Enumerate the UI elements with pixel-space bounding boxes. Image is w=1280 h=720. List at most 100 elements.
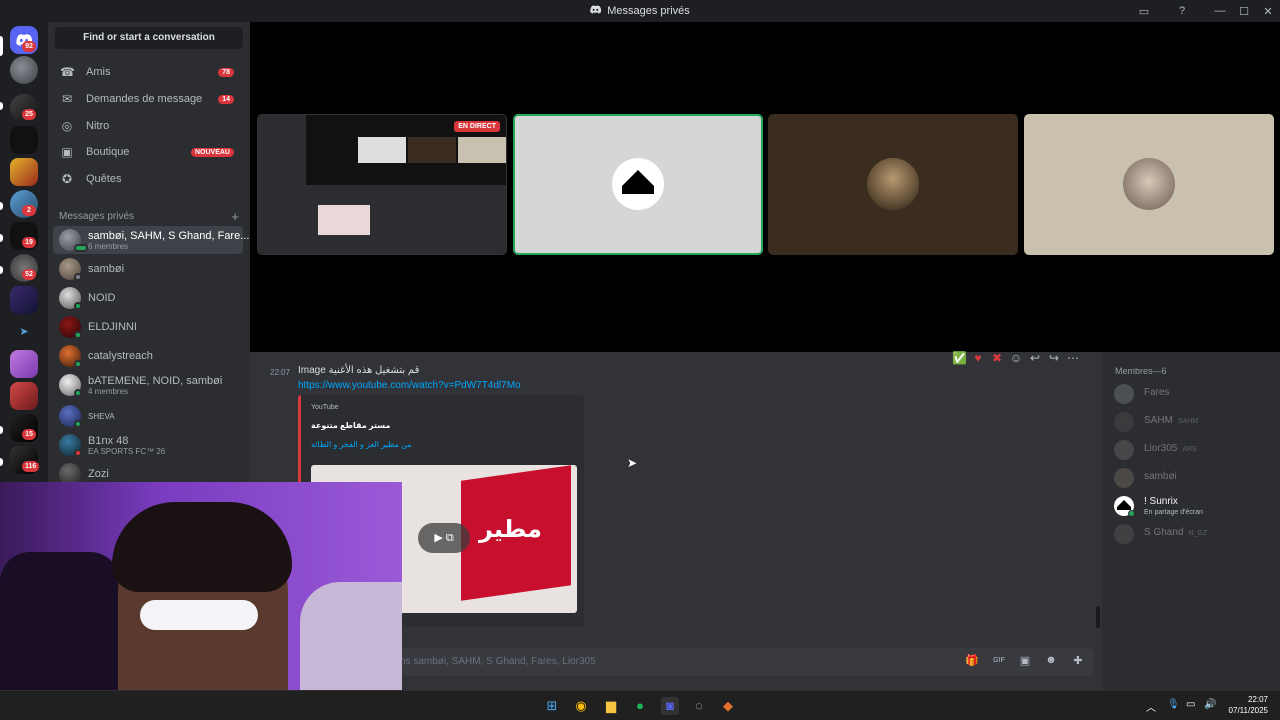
create-dm-icon[interactable]: + xyxy=(231,209,239,224)
microphone-icon[interactable]: 🎙 xyxy=(1167,699,1180,710)
reply-icon[interactable]: ↩ xyxy=(1028,351,1042,365)
taskbar: ⊞ ◉ ▆ ● ◙ ◌ ◆ ︿ 🎙 ▭ 🔊 22:07 07/11/2025 xyxy=(0,690,1280,720)
gif-icon[interactable]: GIF xyxy=(992,654,1006,668)
call-stage: EN DIRECT xyxy=(250,22,1280,352)
dm-item[interactable]: bATEMENE, NOID, sambøi 4 membres xyxy=(53,371,243,399)
dm-name: sambøi, SAHM, S Ghand, Fare... xyxy=(88,230,250,242)
quests-icon: ✪ xyxy=(61,172,73,186)
server-icon[interactable] xyxy=(10,158,38,186)
embed-title[interactable]: من مطير العز و الفخر و الطائه xyxy=(311,440,412,449)
nav-label: Quêtes xyxy=(86,173,122,185)
x-reaction-icon[interactable]: ✖ xyxy=(990,351,1004,365)
nav-friends[interactable]: ☎ Amis 78 xyxy=(53,60,243,84)
preview-thumb xyxy=(318,205,370,235)
heart-reaction-icon[interactable]: ♥ xyxy=(971,351,985,365)
screen-share-tile[interactable]: EN DIRECT xyxy=(257,114,507,255)
inbox-icon[interactable]: ▭ xyxy=(1132,5,1156,18)
server-icon[interactable] xyxy=(10,126,38,154)
nav-shop[interactable]: ▣ Boutique NOUVEAU xyxy=(53,140,243,164)
clock[interactable]: 22:07 07/11/2025 xyxy=(1229,694,1268,716)
avatar xyxy=(1114,440,1134,460)
participant-tile[interactable] xyxy=(513,114,763,255)
help-icon[interactable]: ? xyxy=(1170,5,1194,17)
windows-start-icon[interactable]: ⊞ xyxy=(543,697,561,715)
tray-overflow-icon[interactable]: ︿ xyxy=(1146,699,1156,714)
message-timestamp: 22:07 xyxy=(270,368,291,377)
member-item[interactable]: SAHM SAHM xyxy=(1114,410,1274,434)
embed-provider[interactable]: YouTube xyxy=(311,404,339,411)
nav-message-requests[interactable]: ✉ Demandes de message 14 xyxy=(53,87,243,111)
chat-scrollbar[interactable] xyxy=(1096,606,1100,628)
network-icon[interactable]: ▭ xyxy=(1186,699,1195,710)
dm-header-label: Messages privés xyxy=(59,211,135,222)
more-icon[interactable]: ⋯ xyxy=(1066,351,1080,365)
member-name: Fares xyxy=(1144,387,1170,398)
dm-name: bATEMENE, NOID, sambøi xyxy=(88,375,223,387)
server-icon[interactable]: ➤ xyxy=(10,318,38,346)
status-indicator xyxy=(1128,510,1135,517)
status-indicator xyxy=(74,331,82,339)
server-icon[interactable] xyxy=(10,382,38,410)
dm-item[interactable]: SHEVA xyxy=(53,402,243,430)
dm-name: NOID xyxy=(88,292,116,304)
dm-item[interactable]: catalystreach xyxy=(53,342,243,370)
member-item[interactable]: ! Sunrix En partage d'écran xyxy=(1114,494,1274,518)
app-icon[interactable]: ◌ xyxy=(690,697,708,715)
apps-icon[interactable]: ✚ xyxy=(1071,654,1085,668)
message-text: Image قم بتشغيل هذه الأغنية xyxy=(298,365,420,376)
nav-label: Nitro xyxy=(86,120,110,132)
dm-name: catalystreach xyxy=(88,350,153,362)
participant-tile[interactable] xyxy=(768,114,1018,255)
dm-item[interactable]: sambøi, SAHM, S Ghand, Fare... 6 membres xyxy=(53,226,249,254)
dm-name: ELDJINNI xyxy=(88,321,137,333)
mail-icon: ✉ xyxy=(61,92,73,106)
close-button[interactable]: ✕ xyxy=(1256,5,1280,18)
server-badge: 25 xyxy=(22,109,36,120)
volume-icon[interactable]: 🔊 xyxy=(1204,699,1216,710)
nav-label: Boutique xyxy=(86,146,130,158)
spotify-icon[interactable]: ● xyxy=(631,697,649,715)
member-item[interactable]: sambøi xyxy=(1114,466,1274,490)
maximize-button[interactable]: ☐ xyxy=(1232,5,1256,18)
message-input-placeholder: ns sambøi, SAHM, S Ghand, Fares, Lior305 xyxy=(400,656,596,667)
nav-quests[interactable]: ✪ Quêtes xyxy=(53,167,243,191)
emoji-icon[interactable]: ☻ xyxy=(1044,654,1058,668)
check-reaction-icon[interactable]: ✅ xyxy=(952,351,967,365)
dm-item[interactable]: sambøi xyxy=(53,255,243,283)
member-name: SAHM SAHM xyxy=(1144,415,1198,426)
message-input[interactable]: ns sambøi, SAHM, S Ghand, Fares, Lior305… xyxy=(400,648,1094,676)
forward-icon[interactable]: ↪ xyxy=(1047,351,1061,365)
server-badge: 116 xyxy=(22,461,40,472)
dm-item[interactable]: B1nx 48 EA SPORTS FC™ 26 xyxy=(53,431,243,459)
minimize-button[interactable]: — xyxy=(1208,5,1232,17)
member-item[interactable]: Lior305 ARS xyxy=(1114,438,1274,462)
member-tag: N_GZ xyxy=(1188,530,1208,537)
server-icon[interactable] xyxy=(10,286,38,314)
participant-tile[interactable] xyxy=(1024,114,1274,255)
dm-avatar-group[interactable] xyxy=(10,56,38,84)
member-name: ! Sunrix xyxy=(1144,496,1178,507)
nav-nitro[interactable]: ◎ Nitro xyxy=(53,114,243,138)
member-activity: En partage d'écran xyxy=(1144,509,1203,516)
server-icon[interactable] xyxy=(10,350,38,378)
dm-sub: 6 membres xyxy=(88,242,129,251)
member-item[interactable]: Fares xyxy=(1114,382,1274,406)
participant-avatar xyxy=(867,158,919,210)
thumbnail-text: مطير xyxy=(479,516,542,543)
play-button[interactable]: ▶ ⧉ xyxy=(418,523,470,553)
dm-item[interactable]: ELDJINNI xyxy=(53,313,243,341)
file-explorer-icon[interactable]: ▆ xyxy=(602,697,620,715)
embed-author[interactable]: مستر مقاطع متنوعة xyxy=(311,421,390,430)
app-icon[interactable]: ◆ xyxy=(719,697,737,715)
add-reaction-icon[interactable]: ☺ xyxy=(1009,351,1023,365)
dm-item[interactable]: NOID xyxy=(53,284,243,312)
message-link[interactable]: https://www.youtube.com/watch?v=PdW7T4dl… xyxy=(298,380,521,391)
sticker-icon[interactable]: ▣ xyxy=(1018,654,1032,668)
search-button[interactable]: Find or start a conversation xyxy=(55,27,243,49)
server-badge: 52 xyxy=(22,269,36,280)
member-name-text: Lior305 xyxy=(1144,443,1178,454)
chrome-icon[interactable]: ◉ xyxy=(572,697,590,715)
discord-taskbar-icon[interactable]: ◙ xyxy=(661,697,679,715)
gift-icon[interactable]: 🎁 xyxy=(965,654,979,668)
member-item[interactable]: S Ghand N_GZ xyxy=(1114,522,1274,546)
